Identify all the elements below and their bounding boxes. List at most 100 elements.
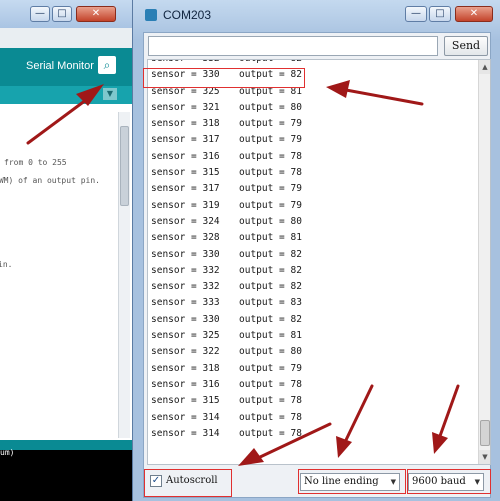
serial-monitor-icon[interactable]: ⌕	[98, 56, 116, 74]
output-scrollbar[interactable]: ▲ ▼	[478, 60, 490, 464]
serial-line: sensor = 324 output = 80	[148, 214, 478, 230]
serial-line: sensor = 315 output = 78	[148, 393, 478, 409]
console-panel	[0, 450, 132, 501]
sensor-text: sensor = 328	[151, 232, 220, 244]
serial-monitor-body: Send sensor = 332output = 82sensor = 330…	[143, 32, 491, 498]
scroll-down-arrow-icon[interactable]: ▼	[479, 450, 490, 464]
serial-line: sensor = 328 output = 81	[148, 230, 478, 246]
sensor-text: sensor = 322	[151, 346, 220, 358]
serial-output-area[interactable]: sensor = 332output = 82sensor = 330outpu…	[147, 59, 491, 465]
send-input[interactable]	[148, 36, 438, 56]
serial-line: sensor = 332 output = 82	[148, 279, 478, 295]
sensor-text: sensor = 315	[151, 167, 220, 179]
serial-line: sensor = 314 output = 78	[148, 410, 478, 426]
sensor-text: sensor = 315	[151, 395, 220, 407]
serial-line: sensor = 330 output = 82	[148, 247, 478, 263]
serial-line: sensor = 318 output = 79	[148, 116, 478, 132]
serial-line: sensor = 321 output = 80	[148, 100, 478, 116]
output-text: output = 79	[239, 134, 302, 146]
output-text: output = 78	[239, 395, 302, 407]
output-text: output = 82	[239, 264, 302, 276]
sensor-text: sensor = 318	[151, 362, 220, 374]
output-text: output = 82	[239, 248, 302, 260]
output-text: output = 83	[239, 297, 302, 309]
sensor-text: sensor = 319	[151, 199, 220, 211]
ide-maximize-button[interactable]: □	[52, 6, 72, 22]
editor-scrollbar-thumb[interactable]	[120, 126, 129, 206]
serial-line: sensor = 330 output = 82	[148, 312, 478, 328]
sensor-text: sensor = 332	[151, 60, 239, 67]
code-editor[interactable]: from 0 to 255 PWM) of an output pin. in.	[0, 104, 132, 440]
serial-line: sensor = 317 output = 79	[148, 181, 478, 197]
serial-line: sensor = 317 output = 79	[148, 132, 478, 148]
output-text: output = 82	[239, 60, 302, 67]
send-button[interactable]: Send	[444, 36, 488, 56]
sensor-text: sensor = 333	[151, 297, 220, 309]
output-text: output = 78	[239, 378, 302, 390]
console-text: um)	[0, 448, 15, 457]
serial-line: sensor = 333 output = 83	[148, 295, 478, 311]
maximize-button[interactable]: □	[429, 6, 451, 22]
output-text: output = 78	[239, 427, 302, 439]
output-scrollbar-thumb[interactable]	[480, 420, 490, 446]
console-divider	[0, 440, 132, 450]
output-text: output = 78	[239, 150, 302, 162]
sensor-text: sensor = 317	[151, 134, 220, 146]
output-text: output = 79	[239, 362, 302, 374]
serial-line: sensor = 332output = 82	[148, 60, 478, 67]
serial-line: sensor = 319 output = 79	[148, 198, 478, 214]
sensor-text: sensor = 314	[151, 411, 220, 423]
output-text: output = 80	[239, 215, 302, 227]
sensor-text: sensor = 332	[151, 281, 220, 293]
minimize-button[interactable]: —	[405, 6, 427, 22]
output-text: output = 81	[239, 232, 302, 244]
close-button[interactable]: ✕	[455, 6, 493, 22]
ide-titlebar: — □ ✕	[0, 0, 140, 28]
serial-line: sensor = 314 output = 78	[148, 426, 478, 442]
output-text: output = 78	[239, 167, 302, 179]
serial-line: sensor = 316 output = 78	[148, 377, 478, 393]
app-icon	[145, 9, 157, 21]
serial-line: sensor = 318 output = 79	[148, 361, 478, 377]
highlight-baud	[407, 469, 491, 494]
sensor-text: sensor = 330	[151, 248, 220, 260]
sensor-text: sensor = 317	[151, 183, 220, 195]
serial-line: sensor = 315 output = 78	[148, 165, 478, 181]
sensor-text: sensor = 314	[151, 427, 220, 439]
code-line: from 0 to 255	[4, 158, 67, 167]
scroll-up-arrow-icon[interactable]: ▲	[479, 60, 490, 74]
editor-scrollbar[interactable]	[118, 112, 130, 438]
output-text: output = 82	[239, 313, 302, 325]
sensor-text: sensor = 324	[151, 215, 220, 227]
code-line: PWM) of an output pin.	[0, 176, 100, 185]
output-text: output = 81	[239, 330, 302, 342]
output-text: output = 82	[239, 281, 302, 293]
output-text: output = 79	[239, 183, 302, 195]
sensor-text: sensor = 316	[151, 150, 220, 162]
output-text: output = 80	[239, 101, 302, 113]
output-text: output = 80	[239, 346, 302, 358]
serial-lines: sensor = 332output = 82sensor = 330outpu…	[148, 60, 478, 442]
output-text: output = 79	[239, 199, 302, 211]
sensor-text: sensor = 321	[151, 101, 220, 113]
window-title: COM203	[163, 8, 212, 22]
ide-close-button[interactable]: ✕	[76, 6, 116, 22]
code-line: in.	[0, 260, 13, 269]
sensor-text: sensor = 325	[151, 330, 220, 342]
sensor-text: sensor = 332	[151, 264, 220, 276]
highlight-sensor-line	[143, 68, 305, 88]
arduino-ide-window: — □ ✕ Serial Monitor ⌕ ▼ from 0 to 255 P…	[0, 0, 140, 501]
tab-menu-chevron-icon[interactable]: ▼	[103, 88, 117, 100]
ide-minimize-button[interactable]: —	[30, 6, 50, 22]
serial-monitor-label: Serial Monitor	[26, 60, 94, 72]
highlight-autoscroll	[144, 469, 232, 497]
highlight-line-ending	[298, 469, 406, 494]
serial-line: sensor = 325 output = 81	[148, 328, 478, 344]
output-text: output = 79	[239, 118, 302, 130]
sensor-text: sensor = 316	[151, 378, 220, 390]
sensor-text: sensor = 318	[151, 118, 220, 130]
serial-line: sensor = 316 output = 78	[148, 149, 478, 165]
output-text: output = 78	[239, 411, 302, 423]
serial-line: sensor = 322 output = 80	[148, 344, 478, 360]
serial-line: sensor = 332 output = 82	[148, 263, 478, 279]
